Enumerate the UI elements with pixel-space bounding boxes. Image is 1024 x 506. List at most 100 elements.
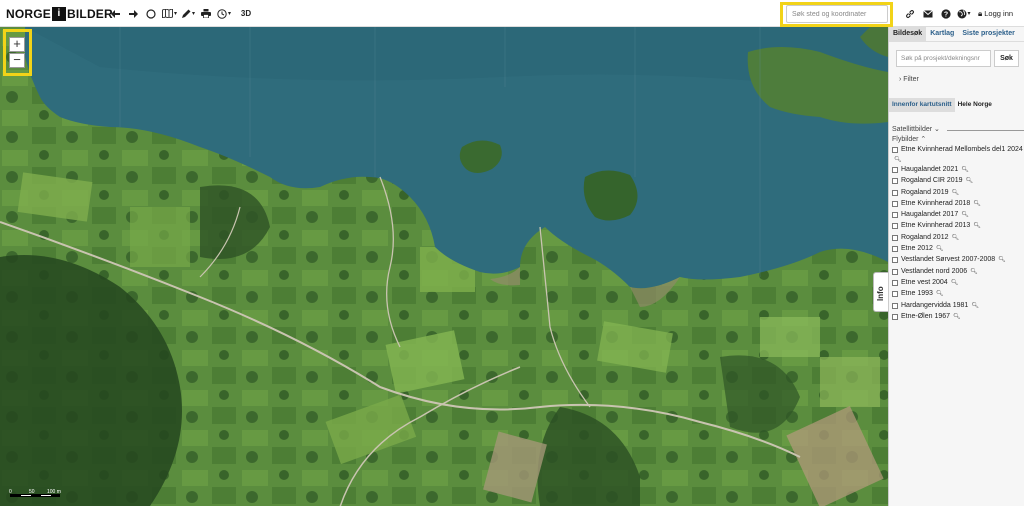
tab-siste-prosjekter[interactable]: Siste prosjekter <box>958 27 1019 41</box>
project-checkbox[interactable] <box>892 313 898 320</box>
project-checkbox[interactable] <box>892 291 898 298</box>
project-checkbox[interactable] <box>892 246 898 253</box>
project-checkbox[interactable] <box>892 223 898 230</box>
top-bar: NORGE i BILDER ▾ ▾ ▾ 3D Søk sted og koor… <box>0 0 1024 27</box>
list-item: Rogaland 2012 🔍︎ <box>892 234 1024 245</box>
list-item: Rogaland 2019 🔍︎ <box>892 189 1024 200</box>
project-label: Etne Kvinnherad 2018 <box>901 199 971 207</box>
project-search-input[interactable] <box>896 50 991 67</box>
3d-button[interactable]: 3D <box>239 6 253 22</box>
info-panel-toggle[interactable]: Info <box>873 272 888 312</box>
project-checkbox[interactable] <box>892 200 898 207</box>
scale-bar: 0 50 100 m <box>9 489 62 498</box>
list-item: Etne Kvinnherad 2013 🔍︎ <box>892 222 1024 233</box>
globe-icon[interactable]: ▾ <box>956 6 972 21</box>
zoom-to-icon[interactable]: 🔍︎ <box>952 189 960 196</box>
project-label: Vestlandet Sørvest 2007-2008 <box>901 256 996 264</box>
tab-kartlag[interactable]: Kartlag <box>926 27 958 41</box>
pen-icon[interactable]: ▾ <box>181 6 195 22</box>
list-item: Rogaland CIR 2019 🔍︎ <box>892 177 1024 188</box>
list-item: Etne Kvinnherad Mellombels del1 2024 🔍︎ <box>892 146 1024 166</box>
list-item: Haugalandet 2021 🔍︎ <box>892 166 1024 177</box>
zoom-to-icon[interactable]: 🔍︎ <box>953 313 961 320</box>
project-label: Rogaland 2012 <box>901 233 949 241</box>
zoom-to-icon[interactable]: 🔍︎ <box>961 166 969 173</box>
section-aerial[interactable]: Flybilder ⌃ <box>892 135 926 143</box>
zoom-to-icon[interactable]: 🔍︎ <box>894 156 1024 163</box>
project-checkbox[interactable] <box>892 302 898 309</box>
zoom-to-icon[interactable]: 🔍︎ <box>966 177 974 184</box>
login-label: Logg inn <box>984 9 1014 18</box>
zoom-to-icon[interactable]: 🔍︎ <box>961 211 969 218</box>
zoom-to-icon[interactable]: 🔍︎ <box>973 200 981 207</box>
aerial-map[interactable]: Info <box>0 27 888 506</box>
section-aerial-label: Flybilder <box>892 136 919 143</box>
zoom-to-icon[interactable]: 🔍︎ <box>998 256 1006 263</box>
project-checkbox[interactable] <box>892 178 898 185</box>
print-icon[interactable] <box>199 6 213 22</box>
scale-label-0: 0 <box>9 489 12 495</box>
zoom-in-button[interactable]: + <box>9 37 25 52</box>
login-button[interactable]: 🔒︎ Logg inn <box>978 9 1013 19</box>
project-checkbox[interactable] <box>892 279 898 286</box>
link-icon[interactable] <box>902 6 918 21</box>
project-label: Haugalandet 2017 <box>901 211 959 219</box>
panel-tabs: Bildesøk Kartlag Siste prosjekter <box>889 27 1024 42</box>
project-checkbox[interactable] <box>892 234 898 241</box>
tab-innenfor-kartutsnitt[interactable]: Innenfor kartutsnitt <box>889 98 955 112</box>
zoom-out-button[interactable]: − <box>9 53 25 68</box>
app-logo[interactable]: NORGE i BILDER <box>6 7 113 21</box>
logo-box: i <box>52 7 67 21</box>
clock-icon[interactable]: ▾ <box>217 6 231 22</box>
svg-text:?: ? <box>944 11 948 18</box>
chevron-up-icon: ⌃ <box>920 136 927 143</box>
filter-label: Filter <box>903 76 919 83</box>
zoom-to-icon[interactable]: 🔍︎ <box>971 302 979 309</box>
back-arrow-icon[interactable] <box>108 6 122 22</box>
project-search-button[interactable]: Søk <box>994 50 1019 67</box>
account-toolbar: ? ▾ 🔒︎ Logg inn <box>902 6 1013 21</box>
section-satellite-label: Satellittbilder <box>892 126 933 133</box>
project-checkbox[interactable] <box>892 147 898 153</box>
tab-bildesok[interactable]: Bildesøk <box>889 27 927 41</box>
list-item: Etne-Ølen 1967 🔍︎ <box>892 313 1024 324</box>
scale-label-1: 50 <box>29 489 35 495</box>
zoom-to-icon[interactable]: 🔍︎ <box>970 268 978 275</box>
project-label: Etne 1993 <box>901 290 933 298</box>
section-satellite[interactable]: Satellittbilder ⌄ <box>892 125 940 133</box>
chevron-down-icon: ⌄ <box>934 126 940 133</box>
chevron-down-icon: ▾ <box>967 11 971 17</box>
lock-icon: 🔒︎ <box>978 8 983 18</box>
project-label: Rogaland 2019 <box>901 188 949 196</box>
zoom-to-icon[interactable]: 🔍︎ <box>951 279 959 286</box>
forward-arrow-icon[interactable] <box>126 6 140 22</box>
project-label: Etne Kvinnherad 2013 <box>901 222 971 230</box>
chevron-down-icon: ▾ <box>192 11 196 17</box>
project-label: Rogaland CIR 2019 <box>901 177 963 185</box>
scope-tabs: Innenfor kartutsnitt Hele Norge <box>889 98 995 112</box>
zoom-to-icon[interactable]: 🔍︎ <box>936 290 944 297</box>
map-toolbar: ▾ ▾ ▾ 3D <box>108 5 257 22</box>
list-item: Vestlandet Sørvest 2007-2008 🔍︎ <box>892 256 1024 267</box>
logo-text-left: NORGE <box>6 7 52 21</box>
help-icon[interactable]: ? <box>938 6 954 21</box>
circle-select-icon[interactable] <box>144 6 158 22</box>
map-icon[interactable]: ▾ <box>162 6 177 22</box>
project-list: Etne Kvinnherad Mellombels del1 2024 🔍︎ H… <box>892 146 1024 324</box>
mail-icon[interactable] <box>920 6 936 21</box>
project-checkbox[interactable] <box>892 212 898 219</box>
project-label: Hardangervidda 1981 <box>901 301 969 309</box>
project-checkbox[interactable] <box>892 167 898 173</box>
project-checkbox[interactable] <box>892 189 898 196</box>
place-search-input[interactable] <box>786 5 888 23</box>
tab-hele-norge[interactable]: Hele Norge <box>955 98 995 112</box>
zoom-to-icon[interactable]: 🔍︎ <box>973 222 981 229</box>
scale-label-2: 100 m <box>47 489 61 495</box>
project-label: Etne Kvinnherad Mellombels del1 2024 <box>901 146 1023 153</box>
project-checkbox[interactable] <box>892 257 898 264</box>
project-checkbox[interactable] <box>892 268 898 275</box>
zoom-to-icon[interactable]: 🔍︎ <box>952 234 960 241</box>
zoom-to-icon[interactable]: 🔍︎ <box>936 245 944 252</box>
chevron-down-icon: ▾ <box>174 11 178 17</box>
filter-toggle[interactable]: › Filter <box>899 76 919 83</box>
